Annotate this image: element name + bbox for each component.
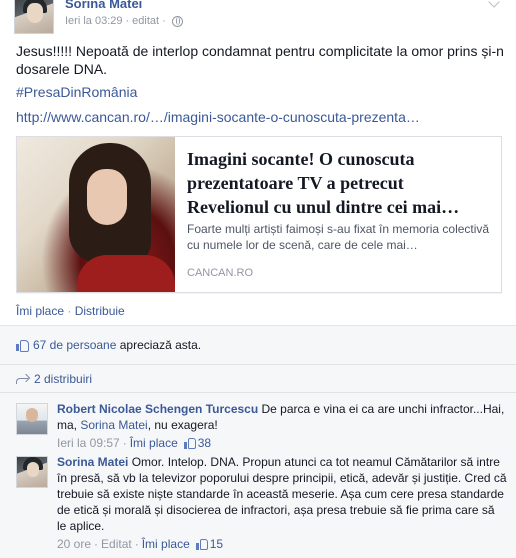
likes-suffix: apreciază asta. bbox=[116, 338, 202, 352]
hashtag-link[interactable]: #PresaDinRomânia bbox=[16, 84, 137, 100]
comment-like-button[interactable]: Îmi place bbox=[130, 435, 178, 451]
thumbs-up-icon bbox=[195, 538, 208, 550]
avatar-face bbox=[27, 3, 43, 23]
comment-like-count[interactable]: 38 bbox=[198, 435, 211, 451]
comment-author[interactable]: Sorina Matei bbox=[57, 455, 128, 469]
comment-text: Sorina Matei Omor. Intelop. DNA. Propun … bbox=[57, 454, 507, 534]
link-preview-title[interactable]: Imagini socante! O cunoscuta prezentatoa… bbox=[187, 147, 487, 219]
globe-icon[interactable] bbox=[171, 15, 183, 27]
photo-face bbox=[87, 169, 127, 225]
photo-dress bbox=[77, 255, 175, 292]
meta-separator: · bbox=[122, 436, 127, 450]
meta-separator: · bbox=[134, 537, 139, 551]
actions-separator: · bbox=[67, 304, 72, 318]
comment-meta: Ieri la 09:57 · Îmi place 38 bbox=[57, 435, 507, 451]
post-text: Jesus!!!!! Nepoată de interlop condamnat… bbox=[16, 43, 504, 77]
post-timestamp[interactable]: Ieri la 03:29 bbox=[65, 15, 122, 27]
comment-time[interactable]: Ieri la 09:57 bbox=[57, 435, 120, 451]
avatar-head bbox=[26, 408, 38, 422]
comment-text-part: , nu exagera! bbox=[147, 418, 218, 432]
comment-time[interactable]: 20 ore bbox=[57, 536, 91, 552]
post-url-link[interactable]: http://www.cancan.ro/…/imagini-socante-o… bbox=[16, 109, 420, 125]
feedback-section: 67 de persoane apreciază asta. 2 distrib… bbox=[0, 325, 516, 558]
comment-edited[interactable]: Editat bbox=[101, 536, 132, 552]
comment-like-button[interactable]: Îmi place bbox=[142, 536, 190, 552]
comment-body: Robert Nicolae Schengen Turcescu De parc… bbox=[57, 401, 507, 451]
commenter-avatar[interactable] bbox=[16, 403, 48, 435]
link-preview-card[interactable]: Imagini socante! O cunoscuta prezentatoa… bbox=[16, 136, 502, 293]
post-author-name[interactable]: Sorina Matei bbox=[65, 0, 142, 11]
link-preview-image[interactable] bbox=[17, 137, 175, 292]
comment-mention[interactable]: Sorina Matei bbox=[80, 418, 147, 432]
like-button[interactable]: Îmi place bbox=[16, 304, 64, 318]
share-icon bbox=[16, 374, 29, 384]
edited-label[interactable]: editat bbox=[132, 15, 159, 27]
post-header: Sorina Matei Ieri la 03:29 · editat · bbox=[14, 0, 514, 36]
comment-meta: 20 ore · Editat · Îmi place 15 bbox=[57, 536, 507, 552]
likes-count-link[interactable]: 67 de persoane bbox=[33, 338, 116, 352]
comment-author[interactable]: Robert Nicolae Schengen Turcescu bbox=[57, 402, 258, 416]
link-preview-domain: CANCAN.RO bbox=[187, 267, 254, 279]
chevron-down-icon[interactable] bbox=[488, 0, 500, 8]
avatar-face bbox=[27, 462, 39, 477]
meta-separator: · bbox=[125, 15, 130, 27]
commenter-avatar[interactable] bbox=[16, 456, 48, 488]
shares-count-link[interactable]: 2 distribuiri bbox=[34, 372, 92, 386]
comment-like-count[interactable]: 15 bbox=[210, 536, 223, 552]
thumbs-up-icon bbox=[16, 339, 29, 352]
thumbs-up-icon bbox=[183, 437, 196, 449]
shares-summary: 2 distribuiri bbox=[0, 365, 516, 393]
post-meta: Ieri la 03:29 · editat · bbox=[65, 15, 183, 27]
meta-separator: · bbox=[94, 537, 99, 551]
likes-summary: 67 de persoane apreciază asta. bbox=[0, 326, 516, 365]
share-button[interactable]: Distribuie bbox=[75, 304, 125, 318]
link-preview-description: Foarte mulți artiști faimoși s-au fixat … bbox=[187, 222, 490, 252]
post-actions: Îmi place · Distribuie bbox=[16, 304, 125, 318]
author-avatar[interactable] bbox=[14, 0, 54, 34]
meta-separator: · bbox=[162, 15, 166, 27]
comment-body: Sorina Matei Omor. Intelop. DNA. Propun … bbox=[57, 454, 507, 552]
comment-text: Robert Nicolae Schengen Turcescu De parc… bbox=[57, 401, 507, 433]
